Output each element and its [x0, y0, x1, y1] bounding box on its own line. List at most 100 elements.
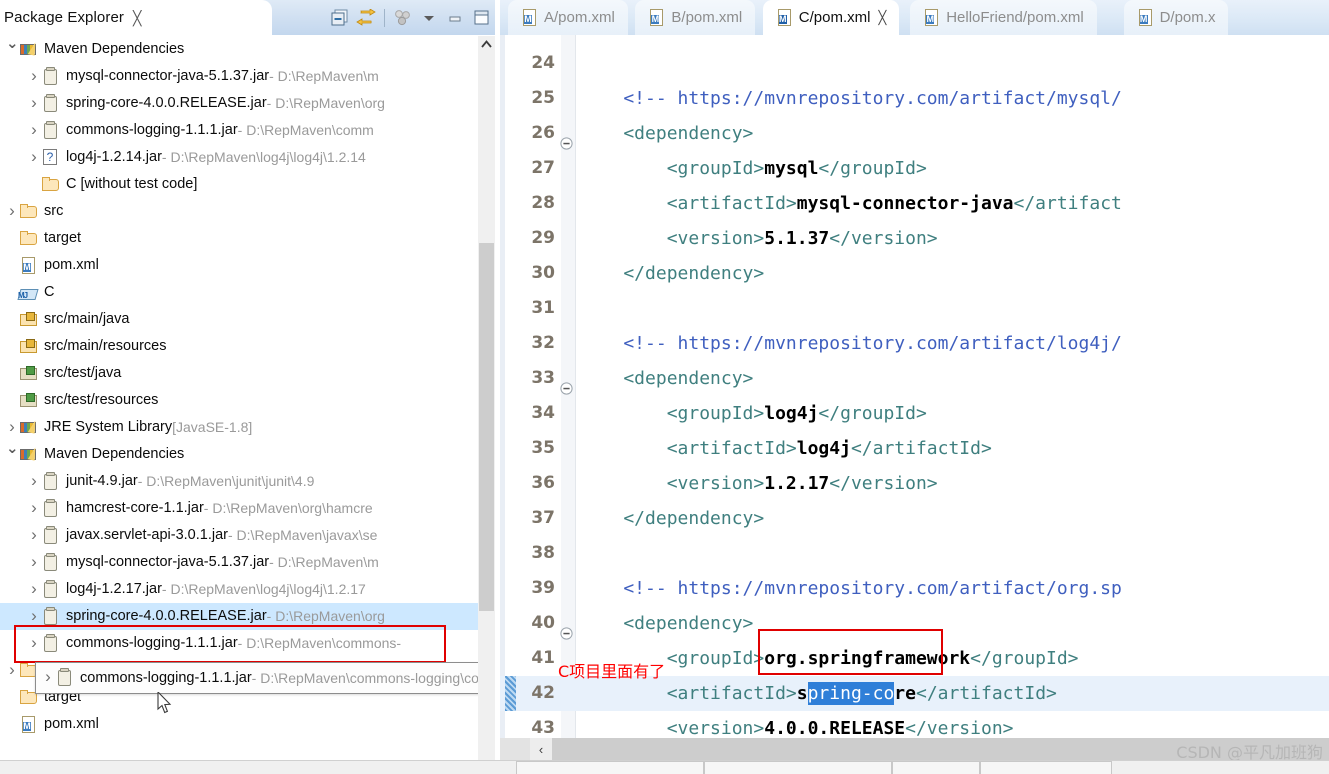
code-line-34[interactable]: 34 <groupId>log4j</groupId>: [500, 396, 1329, 431]
chevron-right-icon[interactable]: [28, 548, 40, 578]
tree-item-src[interactable]: src: [0, 198, 478, 225]
tree-item-pom-xml[interactable]: pom.xml: [0, 711, 478, 738]
chevron-right-icon[interactable]: [28, 62, 40, 92]
chevron-right-icon[interactable]: [6, 197, 18, 227]
tree-item-commons-logging-1-1-1-jar[interactable]: commons-logging-1.1.1.jar - D:\RepMaven\…: [0, 630, 478, 657]
explorer-vertical-scrollbar[interactable]: [478, 36, 495, 774]
code-line-39[interactable]: 39 <!-- https://mvnrepository.com/artifa…: [500, 571, 1329, 606]
tree-item-pom-xml[interactable]: pom.xml: [0, 252, 478, 279]
code-line-36[interactable]: 36 <version>1.2.17</version>: [500, 466, 1329, 501]
code-line-text: <groupId>mysql</groupId>: [580, 151, 927, 186]
code-line-29[interactable]: 29 <version>5.1.37</version>: [500, 221, 1329, 256]
explorer-scrollbar-thumb[interactable]: [479, 243, 494, 611]
editor-tab-hellofriend-pom-xml[interactable]: HelloFriend/pom.xml: [910, 0, 1097, 35]
fold-collapse-icon[interactable]: [560, 617, 573, 640]
tree-item-jre-system-library[interactable]: JRE System Library [JavaSE-1.8]: [0, 414, 478, 441]
code-lines[interactable]: 24 25 <!-- https://mvnrepository.com/arti…: [500, 35, 1329, 774]
editor-tabstrip: A/pom.xml B/pom.xml C/pom.xml ╳ HelloFriend/…: [500, 0, 1329, 35]
code-line-31[interactable]: 31: [500, 291, 1329, 326]
fold-collapse-icon[interactable]: [560, 127, 573, 150]
xml-file-glyph: [519, 8, 541, 28]
chevron-right-icon[interactable]: [28, 575, 40, 605]
code-line-text: <dependency>: [580, 116, 753, 151]
code-line-text: <dependency>: [580, 606, 753, 641]
chevron-right-icon[interactable]: [28, 521, 40, 551]
tree-item-maven-dependencies[interactable]: Maven Dependencies: [0, 36, 478, 63]
editor-tab-label: A/pom.xml: [544, 9, 615, 26]
tree-item-mysql-connector-java-5-1-37-jar[interactable]: mysql-connector-java-5.1.37.jar - D:\Rep…: [0, 549, 478, 576]
tree-item-junit-4-9-jar[interactable]: junit-4.9.jar - D:\RepMaven\junit\junit\…: [0, 468, 478, 495]
code-token: </groupId>: [818, 158, 927, 179]
chevron-right-icon[interactable]: [28, 143, 40, 173]
tree-item-label: junit-4.9.jar: [66, 473, 138, 489]
tree-item-c-without-test-code[interactable]: C [without test code]: [0, 171, 478, 198]
link-with-editor-icon[interactable]: [353, 5, 379, 31]
tree-item-hamcrest-core-1-1-jar[interactable]: hamcrest-core-1.1.jar - D:\RepMaven\org\…: [0, 495, 478, 522]
tree-item-mysql-connector-java-5-1-37-jar[interactable]: mysql-connector-java-5.1.37.jar - D:\Rep…: [0, 63, 478, 90]
scroll-left-arrow-icon[interactable]: ‹: [530, 738, 552, 760]
tree-item-log4j-1-2-14-jar[interactable]: log4j-1.2.14.jar - D:\RepMaven\log4j\log…: [0, 144, 478, 171]
chevron-down-icon[interactable]: [6, 440, 18, 469]
code-line-32[interactable]: 32 <!-- https://mvnrepository.com/artifa…: [500, 326, 1329, 361]
maximize-icon[interactable]: [468, 5, 494, 31]
tree-item-spring-core-4-0-0-release-jar[interactable]: spring-core-4.0.0.RELEASE.jar - D:\RepMa…: [0, 603, 478, 630]
close-icon[interactable]: ╳: [133, 11, 141, 25]
jar-icon: [40, 579, 62, 600]
chevron-down-icon[interactable]: [416, 5, 442, 31]
tree-item-log4j-1-2-17-jar[interactable]: log4j-1.2.17.jar - D:\RepMaven\log4j\log…: [0, 576, 478, 603]
chevron-right-icon[interactable]: [28, 494, 40, 524]
tree-item-src-test-java[interactable]: src/test/java: [0, 360, 478, 387]
chevron-right-icon[interactable]: [6, 656, 18, 686]
minimize-icon[interactable]: [442, 5, 468, 31]
code-token: log4j: [796, 438, 851, 459]
editor-tab-d-pom-x[interactable]: D/pom.x: [1123, 0, 1229, 35]
chevron-right-icon[interactable]: [6, 413, 18, 443]
code-token: 1.2.17: [764, 473, 830, 494]
code-line-26[interactable]: 26 <dependency>: [500, 116, 1329, 151]
code-line-38[interactable]: 38: [500, 536, 1329, 571]
code-token: <version>: [580, 473, 765, 494]
scrollbar-gutter-pad: [500, 738, 530, 760]
tree-item-src-main-java[interactable]: src/main/java: [0, 306, 478, 333]
chevron-right-icon[interactable]: [28, 116, 40, 146]
code-line-40[interactable]: 40 <dependency>: [500, 606, 1329, 641]
scroll-up-arrow-icon[interactable]: [478, 36, 495, 53]
code-line-28[interactable]: 28 <artifactId>mysql-connector-java</art…: [500, 186, 1329, 221]
code-line-30[interactable]: 30 </dependency>: [500, 256, 1329, 291]
xml-source-view[interactable]: 24 25 <!-- https://mvnrepository.com/arti…: [500, 35, 1329, 774]
chevron-down-icon[interactable]: [6, 36, 18, 64]
tree-item-src-main-resources[interactable]: src/main/resources: [0, 333, 478, 360]
code-token: mysql-connector-java: [796, 193, 1014, 214]
chevron-right-icon[interactable]: [28, 602, 40, 632]
tree-item-spring-core-4-0-0-release-jar[interactable]: spring-core-4.0.0.RELEASE.jar - D:\RepMa…: [0, 90, 478, 117]
code-line-37[interactable]: 37 </dependency>: [500, 501, 1329, 536]
code-line-33[interactable]: 33 <dependency>: [500, 361, 1329, 396]
code-line-35[interactable]: 35 <artifactId>log4j</artifactId>: [500, 431, 1329, 466]
code-line-27[interactable]: 27 <groupId>mysql</groupId>: [500, 151, 1329, 186]
tree-item-src-test-resources[interactable]: src/test/resources: [0, 387, 478, 414]
editor-tab-b-pom-xml[interactable]: B/pom.xml: [635, 0, 756, 35]
fold-collapse-icon[interactable]: [560, 372, 573, 395]
editor-tab-a-pom-xml[interactable]: A/pom.xml: [508, 0, 628, 35]
taskbar-item: [516, 761, 704, 774]
code-token: <!-- https://mvnrepository.com/artifact/…: [580, 333, 1122, 354]
code-line-25[interactable]: 25 <!-- https://mvnrepository.com/artifa…: [500, 81, 1329, 116]
code-line-24[interactable]: 24: [500, 46, 1329, 81]
tree-item-commons-logging-1-1-1-jar[interactable]: commons-logging-1.1.1.jar - D:\RepMaven\…: [0, 117, 478, 144]
chevron-right-icon[interactable]: [28, 89, 40, 119]
package-explorer-tab[interactable]: Package Explorer ╳: [0, 0, 272, 35]
tree-item-maven-dependencies[interactable]: Maven Dependencies: [0, 441, 478, 468]
tree-item-target[interactable]: target: [0, 225, 478, 252]
tree-item-path: - D:\RepMaven\commons-: [237, 635, 402, 651]
close-icon[interactable]: ╳: [878, 10, 886, 26]
editor-tab-c-pom-xml[interactable]: C/pom.xml ╳: [762, 0, 900, 35]
chevron-right-icon[interactable]: [28, 467, 40, 497]
chevron-right-icon[interactable]: [28, 629, 40, 659]
code-token: </dependency>: [580, 508, 765, 529]
collapse-all-icon[interactable]: [327, 5, 353, 31]
tree-item-c[interactable]: C: [0, 279, 478, 309]
code-line-text: <version>5.1.37</version>: [580, 221, 938, 256]
tree-item-javax-servlet-api-3-0-1-jar[interactable]: javax.servlet-api-3.0.1.jar - D:\RepMave…: [0, 522, 478, 549]
view-menu-icon[interactable]: [390, 5, 416, 31]
code-token: <!-- https://mvnrepository.com/artifact/…: [580, 578, 1122, 599]
